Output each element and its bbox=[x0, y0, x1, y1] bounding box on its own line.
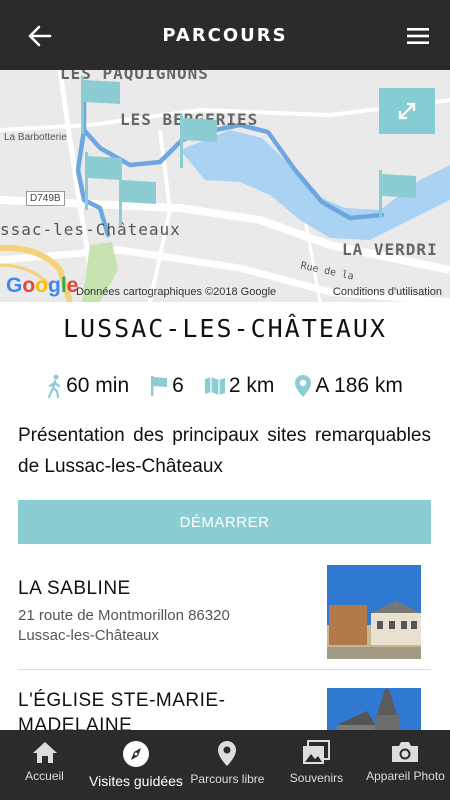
tab-souvenirs[interactable]: Souvenirs bbox=[272, 730, 361, 800]
point-thumbnail bbox=[327, 565, 421, 659]
place-title: LUSSAC-LES-CHÂTEAUX bbox=[63, 314, 387, 343]
map-attribution: Données cartographiques ©2018 Google bbox=[76, 286, 277, 298]
tab-label: Visites guidées bbox=[89, 773, 183, 789]
start-button[interactable]: DÉMARRER bbox=[18, 500, 431, 544]
menu-button[interactable] bbox=[400, 20, 436, 52]
tab-parcours-libre[interactable]: Parcours libre bbox=[183, 730, 272, 800]
tab-accueil[interactable]: Accueil bbox=[0, 730, 89, 800]
away-value: A 186 km bbox=[315, 374, 403, 397]
walking-person-icon bbox=[47, 374, 61, 398]
route-stats: 60 min 6 2 km A 186 km bbox=[0, 370, 450, 402]
flag-marker-2-icon[interactable] bbox=[175, 114, 225, 174]
flag-marker-4-icon[interactable] bbox=[114, 176, 164, 236]
camera-icon bbox=[392, 742, 419, 762]
page-title: PARCOURS bbox=[162, 24, 288, 46]
back-button[interactable] bbox=[22, 20, 58, 52]
point-name: L'ÉGLISE STE-MARIE-MADELAINE bbox=[18, 690, 226, 730]
photos-icon bbox=[303, 740, 331, 764]
stops-value: 6 bbox=[172, 374, 184, 397]
list-divider bbox=[18, 669, 431, 670]
map-terms-link[interactable]: Conditions d'utilisation bbox=[333, 286, 442, 298]
map-label-verdri: LA VERDRI bbox=[342, 240, 438, 259]
duration-stat: 60 min bbox=[47, 374, 129, 398]
tab-visites-guidees[interactable]: Visites guidées bbox=[89, 730, 183, 800]
map-pin-icon bbox=[218, 741, 237, 766]
location-pin-icon bbox=[295, 375, 312, 397]
distance-stat: 2 km bbox=[204, 374, 275, 398]
tab-label: Parcours libre bbox=[190, 772, 265, 786]
point-thumbnail bbox=[327, 688, 421, 730]
home-icon bbox=[32, 742, 57, 763]
google-logo: Google bbox=[6, 274, 79, 297]
tab-label: Accueil bbox=[25, 769, 64, 783]
route-description: Présentation des principaux sites remarq… bbox=[18, 425, 431, 477]
expand-map-button[interactable] bbox=[379, 88, 435, 134]
expand-icon bbox=[398, 102, 416, 120]
distance-value: 2 km bbox=[228, 374, 275, 397]
flag-icon bbox=[151, 376, 168, 396]
route-map[interactable]: LES PAQUIGNONS LES BERGERIES La Barbotte… bbox=[0, 70, 450, 302]
point-item[interactable]: L'ÉGLISE STE-MARIE-MADELAINE bbox=[18, 688, 431, 730]
map-label-barbotterie: La Barbotterie bbox=[4, 132, 67, 143]
compass-icon bbox=[122, 741, 149, 767]
folded-map-icon bbox=[204, 377, 225, 395]
bottom-navigation: Accueil Visites guidées Parcours libre S… bbox=[0, 730, 450, 800]
arrow-left-icon bbox=[28, 25, 52, 47]
flag-marker-1-icon[interactable] bbox=[76, 76, 126, 136]
tab-label: Souvenirs bbox=[289, 771, 344, 785]
road-badge: D749B bbox=[26, 191, 65, 206]
flag-marker-5-icon[interactable] bbox=[374, 170, 424, 230]
app-bar: PARCOURS bbox=[0, 0, 450, 70]
duration-value: 60 min bbox=[66, 374, 130, 397]
tab-appareil-photo[interactable]: Appareil Photo bbox=[361, 730, 450, 800]
away-stat: A 186 km bbox=[294, 374, 403, 398]
tab-label: Appareil Photo bbox=[366, 769, 445, 783]
stops-stat: 6 bbox=[149, 374, 184, 398]
point-item[interactable]: LA SABLINE 21 route de Montmorillon 8632… bbox=[18, 565, 431, 662]
hamburger-menu-icon bbox=[407, 28, 429, 44]
